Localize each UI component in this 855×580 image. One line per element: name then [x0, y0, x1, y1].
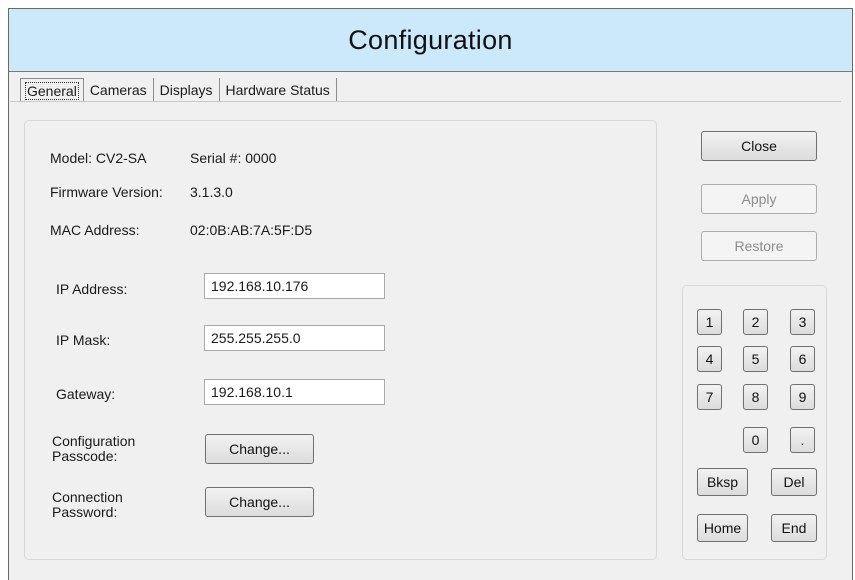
keypad-key-3[interactable]: 3: [790, 309, 815, 335]
title-bar: Configuration: [9, 9, 852, 72]
keypad-end-button[interactable]: End: [771, 514, 817, 542]
ip-mask-field[interactable]: 255.255.255.0: [204, 325, 385, 351]
keypad-key-7[interactable]: 7: [697, 384, 722, 410]
ip-mask-label: IP Mask:: [56, 332, 111, 348]
change-connection-password-button[interactable]: Change...: [205, 487, 314, 517]
config-passcode-label: Configuration Passcode:: [52, 433, 136, 464]
ip-address-label: IP Address:: [56, 281, 128, 297]
close-button[interactable]: Close: [701, 131, 817, 161]
tab-general[interactable]: General: [20, 78, 84, 102]
tab-displays[interactable]: Displays: [154, 78, 220, 102]
keypad-key-dot[interactable]: .: [790, 427, 815, 453]
keypad-key-1[interactable]: 1: [697, 309, 722, 335]
tab-hardware-status[interactable]: Hardware Status: [220, 78, 337, 102]
tab-cameras[interactable]: Cameras: [84, 78, 154, 102]
keypad-key-0[interactable]: 0: [743, 427, 768, 453]
mac-address-value: 02:0B:AB:7A:5F:D5: [190, 222, 313, 238]
keypad-key-2[interactable]: 2: [743, 309, 768, 335]
connection-password-label: Connection Password:: [52, 489, 123, 520]
window-title: Configuration: [348, 24, 513, 55]
gateway-label: Gateway:: [56, 386, 116, 402]
gateway-field[interactable]: 192.168.10.1: [204, 379, 385, 405]
apply-button[interactable]: Apply: [701, 184, 817, 214]
keypad-key-4[interactable]: 4: [697, 346, 722, 372]
keypad-key-9[interactable]: 9: [790, 384, 815, 410]
mac-address-label: MAC Address:: [50, 222, 140, 238]
change-config-passcode-button[interactable]: Change...: [205, 434, 314, 464]
keypad-key-5[interactable]: 5: [743, 346, 768, 372]
keypad-key-6[interactable]: 6: [790, 346, 815, 372]
keypad-key-8[interactable]: 8: [743, 384, 768, 410]
restore-button[interactable]: Restore: [701, 231, 817, 261]
firmware-label: Firmware Version:: [50, 184, 163, 200]
firmware-value: 3.1.3.0: [190, 184, 233, 200]
serial-label: Serial #: 0000: [190, 150, 277, 166]
keypad-delete-button[interactable]: Del: [771, 468, 817, 496]
keypad-home-button[interactable]: Home: [697, 514, 748, 542]
tab-strip: General Cameras Displays Hardware Status: [20, 78, 337, 102]
keypad-backspace-button[interactable]: Bksp: [697, 468, 748, 496]
model-label: Model: CV2-SA: [50, 150, 147, 166]
ip-address-field[interactable]: 192.168.10.176: [204, 273, 385, 299]
